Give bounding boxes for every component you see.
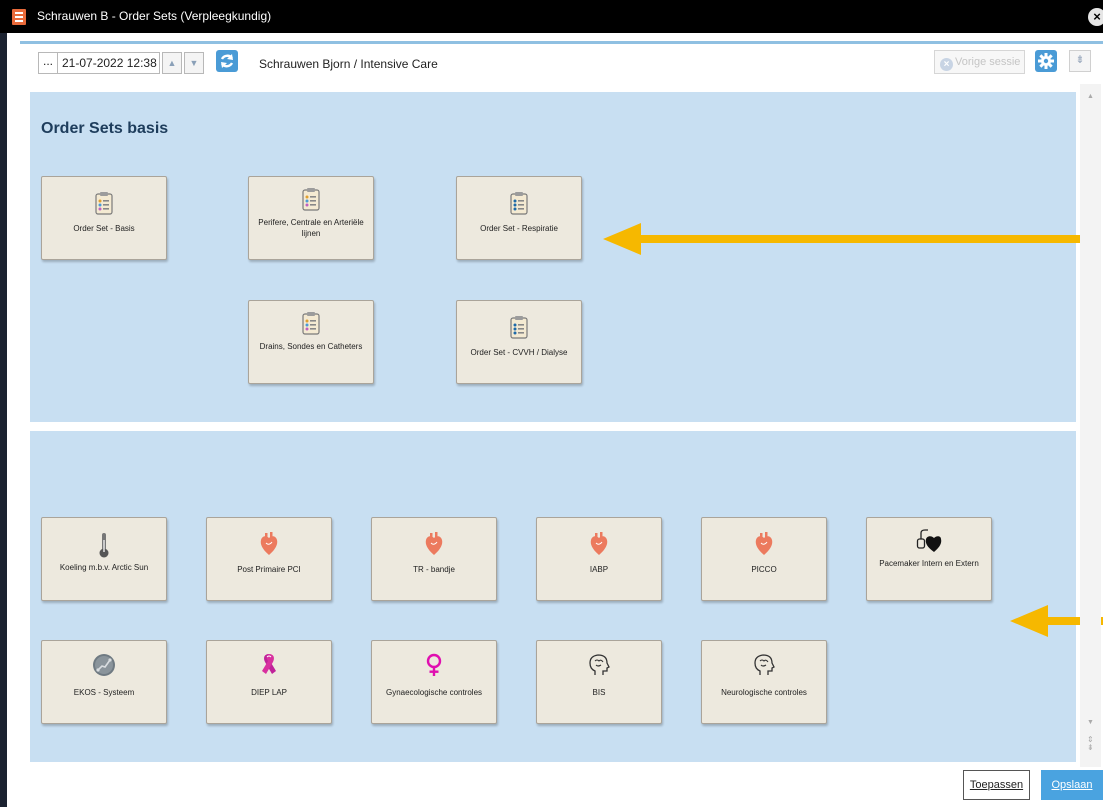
heart-icon [207, 532, 331, 558]
date-up-button[interactable]: ▲ [162, 52, 182, 74]
brain-icon [537, 653, 661, 679]
datetime-field[interactable]: 21-07-2022 12:38 [58, 52, 160, 74]
tile-drains-sondes[interactable]: Drains, Sondes en Catheters [248, 300, 374, 384]
ribbon-icon [207, 653, 331, 679]
footer: Toepassen Opslaan [20, 768, 1103, 807]
brain-icon [702, 653, 826, 679]
tile-gynaecologische-controles[interactable]: Gynaecologische controles [371, 640, 497, 724]
tile-label: Order Set - CVVH / Dialyse [470, 348, 568, 357]
clipboard-icon [249, 187, 373, 213]
tile-ekos-systeem[interactable]: EKOS - Systeem [41, 640, 167, 724]
tile-label: DIEP LAP [251, 688, 287, 697]
apply-button[interactable]: Toepassen [963, 770, 1030, 800]
tile-label: Neurologische controles [721, 688, 807, 697]
tile-label: Pacemaker Intern en Extern [879, 559, 979, 568]
tile-picco[interactable]: PICCO [701, 517, 827, 601]
thermometer-icon [42, 532, 166, 558]
gear-icon [1038, 53, 1054, 69]
scroll-page-icon[interactable]: ⇕ ⇟ [1087, 736, 1094, 752]
tile-label: IABP [589, 565, 609, 574]
pacemaker-icon [867, 528, 991, 554]
tile-diep-lap[interactable]: DIEP LAP [206, 640, 332, 724]
tile-neurologische-controles[interactable]: Neurologische controles [701, 640, 827, 724]
window-title: Schrauwen B - Order Sets (Verpleegkundig… [37, 9, 272, 23]
clipboard-icon [42, 191, 166, 217]
heart-icon [537, 532, 661, 558]
close-icon: × [1093, 9, 1101, 24]
cancel-circle-icon: × [940, 58, 953, 71]
annotation-arrow-top [603, 223, 1101, 255]
tile-label: PICCO [751, 565, 777, 574]
order-sets-extra-panel: Koeling m.b.v. Arctic Sun Post Primaire … [30, 431, 1076, 762]
patient-label: Schrauwen Bjorn / Intensive Care [259, 57, 438, 71]
tile-tr-bandje[interactable]: TR - bandje [371, 517, 497, 601]
date-down-button[interactable]: ▼ [184, 52, 204, 74]
refresh-icon [220, 54, 234, 68]
clipboard-icon [457, 191, 581, 217]
tile-post-primaire-pci[interactable]: Post Primaire PCI [206, 517, 332, 601]
tile-label: BIS [592, 688, 606, 697]
tile-label: Koeling m.b.v. Arctic Sun [59, 563, 149, 572]
settings-button[interactable] [1035, 50, 1057, 72]
scroll-up-icon[interactable]: ▲ [1087, 93, 1094, 100]
clipboard-icon [457, 315, 581, 341]
scroll-down-icon[interactable]: ▼ [1087, 719, 1094, 726]
tile-order-set-respiratie[interactable]: Order Set - Respiratie [456, 176, 582, 260]
date-picker-button[interactable]: ... [38, 52, 58, 74]
tile-label: TR - bandje [413, 565, 455, 574]
toolbar: ... 21-07-2022 12:38 ▲ ▼ Schrauwen Bjorn… [20, 44, 1103, 82]
tile-iabp[interactable]: IABP [536, 517, 662, 601]
tile-label: Drains, Sondes en Catheters [259, 342, 363, 351]
ekos-icon [42, 653, 166, 679]
panel-title: Order Sets basis [41, 120, 169, 137]
title-bar: Schrauwen B - Order Sets (Verpleegkundig… [0, 0, 1103, 33]
dialog-window: ... 21-07-2022 12:38 ▲ ▼ Schrauwen Bjorn… [7, 33, 1103, 807]
tile-label: Post Primaire PCI [237, 565, 301, 574]
tile-label: Perifere, Centrale en Arteriële lijnen [258, 218, 364, 238]
tile-pacemaker[interactable]: Pacemaker Intern en Extern [866, 517, 992, 601]
tile-bis[interactable]: BIS [536, 640, 662, 724]
tile-order-set-cvvh[interactable]: Order Set - CVVH / Dialyse [456, 300, 582, 384]
clipboard-icon [249, 311, 373, 337]
close-button[interactable]: × [1088, 8, 1103, 26]
tile-label: Order Set - Respiratie [480, 224, 558, 233]
refresh-button[interactable] [216, 50, 238, 72]
heart-icon [702, 532, 826, 558]
previous-session-button[interactable]: × Vorige sessie [934, 50, 1025, 74]
tile-perifere-lijnen[interactable]: Perifere, Centrale en Arteriële lijnen [248, 176, 374, 260]
female-symbol-icon [372, 653, 496, 679]
tile-label: EKOS - Systeem [73, 688, 135, 697]
tile-label: Gynaecologische controles [385, 688, 483, 697]
vertical-scrollbar[interactable]: ▲ ▼ ⇕ ⇟ [1080, 84, 1101, 767]
save-button[interactable]: Opslaan [1041, 770, 1103, 800]
heart-icon [372, 532, 496, 558]
app-icon [12, 9, 26, 25]
tile-order-set-basis[interactable]: Order Set - Basis [41, 176, 167, 260]
content-area: Order Sets basis Order Set - Basis Perif… [20, 84, 1079, 767]
previous-session-label: Vorige sessie [955, 56, 1021, 68]
collapse-button[interactable]: ⇟ [1069, 50, 1091, 72]
tile-koeling[interactable]: Koeling m.b.v. Arctic Sun [41, 517, 167, 601]
tile-label: Order Set - Basis [73, 224, 135, 233]
